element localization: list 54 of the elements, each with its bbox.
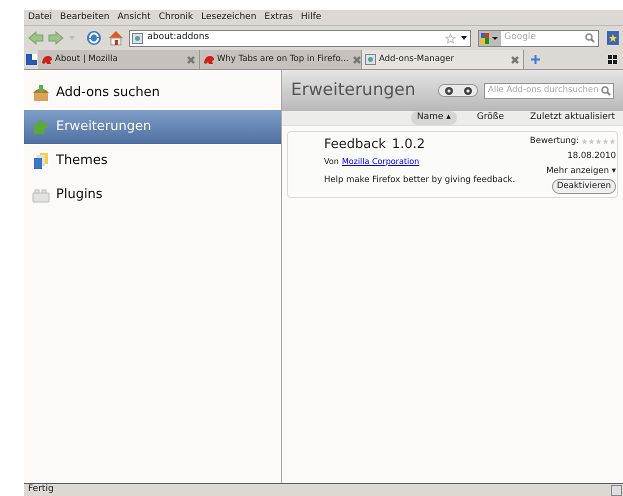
author-link[interactable]: Mozilla Corporation xyxy=(342,156,420,168)
sort-button[interactable]: Name ▴ xyxy=(410,111,457,125)
menu-item[interactable]: Datei xyxy=(28,10,52,24)
tab[interactable]: Add-ons-Manager xyxy=(362,50,524,69)
star-icon[interactable] xyxy=(445,32,456,44)
update-date: 18.08.2010 xyxy=(567,150,616,162)
puzzle-icon xyxy=(32,118,50,136)
dropdown-icon[interactable] xyxy=(460,35,468,41)
address-field[interactable]: about:addons xyxy=(129,30,472,46)
tab-groups-icon[interactable] xyxy=(26,54,36,65)
menu-item[interactable]: Ansicht xyxy=(117,10,151,24)
placeholder-text: Google xyxy=(503,31,537,44)
placeholder-text: Alle Add-ons durchsuchen xyxy=(487,84,600,97)
search-icon xyxy=(601,86,611,96)
sidebar-item[interactable]: Erweiterungen xyxy=(24,110,281,144)
author-label: Von xyxy=(324,156,339,168)
menu-item[interactable]: Hilfe xyxy=(300,10,322,24)
sidebar-item[interactable]: Add-ons suchen xyxy=(24,76,281,110)
page-icon xyxy=(365,54,376,65)
sidebar-item[interactable]: Themes xyxy=(24,144,281,178)
more-link[interactable]: Mehr anzeigen ▾ xyxy=(546,164,616,178)
search-engine-icon[interactable] xyxy=(479,30,502,46)
box-icon xyxy=(32,84,50,102)
search-icon[interactable] xyxy=(585,33,596,43)
disable-button[interactable]: Deaktivieren xyxy=(552,179,616,194)
page-icon xyxy=(132,32,144,44)
home-icon[interactable] xyxy=(108,30,124,46)
new-tab-icon[interactable] xyxy=(530,54,541,65)
addon-name: Feedback xyxy=(324,136,386,154)
sidebar-item[interactable]: Plugins xyxy=(24,178,281,212)
tab-list-icon[interactable] xyxy=(608,55,617,64)
close-icon[interactable] xyxy=(186,54,196,64)
close-icon[interactable] xyxy=(510,54,520,64)
menu-item[interactable]: Bearbeiten xyxy=(60,10,110,24)
addon-description: Help make Firefox better by giving feedback. xyxy=(324,174,516,186)
page-title: Erweiterungen xyxy=(291,78,417,102)
tab[interactable]: Why Tabs are on Top in Firefo... xyxy=(200,50,362,69)
menu-item[interactable]: Chronik xyxy=(158,10,194,24)
tools-button[interactable] xyxy=(438,84,478,97)
addon-version: 1.0.2 xyxy=(392,136,425,154)
menu-item[interactable]: Extras xyxy=(264,10,293,24)
forward-icon[interactable] xyxy=(48,31,64,45)
close-icon[interactable] xyxy=(352,54,362,64)
tab[interactable]: About | Mozilla xyxy=(38,50,200,69)
sort-button[interactable]: Zuletzt aktualisiert xyxy=(524,111,621,125)
rating-label: Bewertung: xyxy=(530,135,579,148)
status-text: Fertig xyxy=(27,483,55,496)
bookmark-icon[interactable] xyxy=(607,31,620,45)
reload-icon[interactable] xyxy=(86,30,102,46)
back-icon[interactable] xyxy=(28,31,44,45)
sort-button[interactable]: Größe xyxy=(470,111,510,125)
address-text: about:addons xyxy=(147,31,210,44)
menu-item[interactable]: Lesezeichen xyxy=(201,10,256,24)
themes-icon xyxy=(32,152,50,170)
